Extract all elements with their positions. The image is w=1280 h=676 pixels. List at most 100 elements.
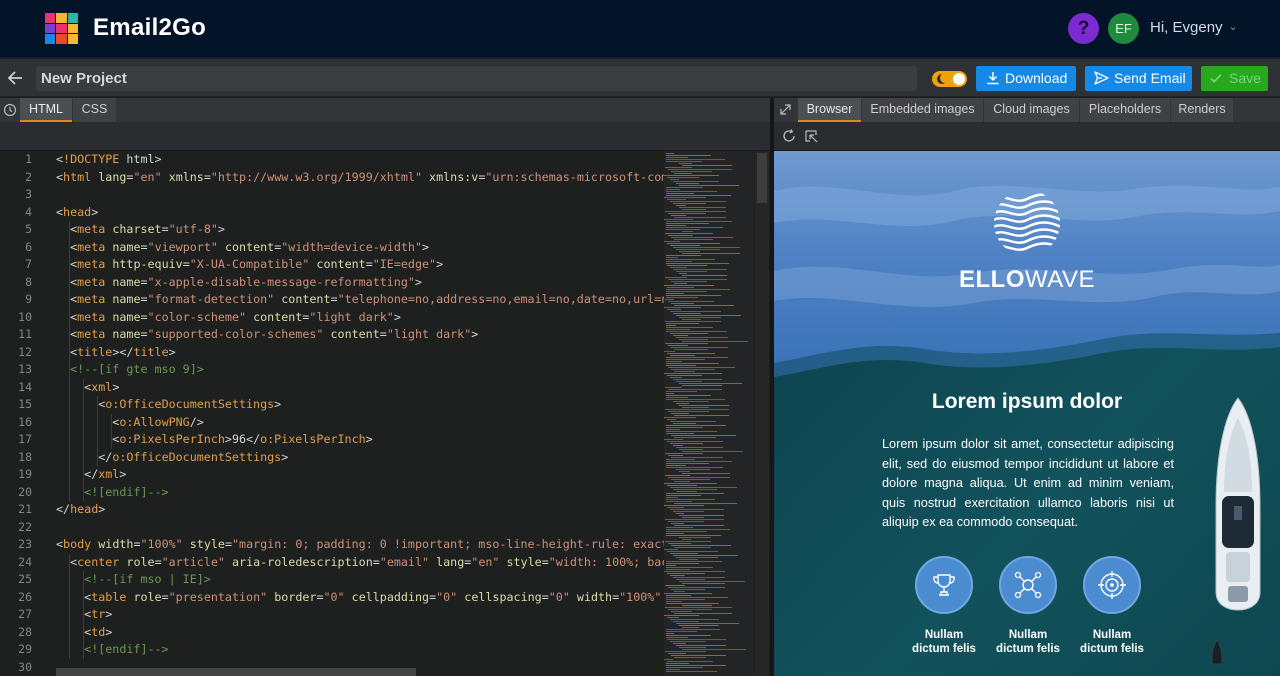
minimap-line (666, 295, 721, 296)
scrollbar-thumb[interactable] (757, 153, 767, 203)
code-line[interactable]: <!--[if gte mso 9]> (56, 361, 664, 379)
minimap-line (666, 195, 731, 196)
minimap-line (664, 615, 699, 616)
code-line[interactable]: <body width="100%" style="margin: 0; pad… (56, 536, 664, 554)
code-line[interactable]: <meta name="format-detection" content="t… (56, 291, 664, 309)
code-editor[interactable]: 1 2 3 4 5 6 7 8 9 10 11 12 13 14 15 16 17 18 19 20 21 22 23 24 2… (0, 151, 770, 676)
code-line[interactable]: <td> (56, 623, 664, 641)
minimap-line (665, 321, 721, 322)
help-button[interactable]: ? (1068, 13, 1099, 44)
send-email-button[interactable]: Send Email (1085, 66, 1192, 91)
tab-html[interactable]: HTML (20, 98, 72, 122)
code-line[interactable]: <head> (56, 204, 664, 222)
code-line[interactable]: </o:OfficeDocumentSettings> (56, 448, 664, 466)
tab-placeholders[interactable]: Placeholders (1080, 98, 1170, 122)
minimap-line (682, 583, 725, 584)
back-arrow-icon[interactable] (6, 68, 26, 88)
email-preview[interactable]: ELLOWAVE Lorem ipsum dolor Lorem ipsum d… (774, 151, 1280, 676)
code-line[interactable]: </head> (56, 501, 664, 519)
code-minimap[interactable] (664, 151, 754, 676)
code-line[interactable]: </xml> (56, 466, 664, 484)
minimap-line (674, 547, 711, 548)
code-line[interactable]: <![endif]--> (56, 483, 664, 501)
line-number: 29 (18, 642, 32, 656)
avatar[interactable]: EF (1108, 13, 1139, 44)
minimap-line (670, 619, 719, 620)
code-line[interactable]: <table role="presentation" border="0" ce… (56, 588, 664, 606)
line-number: 30 (18, 659, 32, 674)
horizontal-scrollbar[interactable] (56, 668, 416, 676)
minimap-line (664, 285, 714, 286)
line-number: 5 (25, 222, 32, 236)
save-button[interactable]: Save (1201, 66, 1268, 91)
minimap-line (666, 597, 728, 598)
minimap-line (666, 187, 703, 188)
code-line[interactable]: <tr> (56, 606, 664, 624)
minimap-line (679, 383, 742, 384)
tab-embedded-images[interactable]: Embedded images (862, 98, 983, 122)
code-line[interactable]: <meta name="supported-color-schemes" con… (56, 326, 664, 344)
minimap-line (666, 161, 702, 162)
history-icon[interactable] (3, 103, 17, 117)
minimap-line (668, 609, 712, 610)
minimap-line (664, 483, 717, 484)
minimap-line (673, 379, 722, 380)
minimap-line (676, 205, 686, 206)
code-area[interactable]: <!DOCTYPE html> <html lang="en" xmlns="ht… (56, 151, 664, 676)
code-line[interactable]: <meta name="x-apple-disable-message-refo… (56, 273, 664, 291)
code-line[interactable]: <![endif]--> (56, 641, 664, 659)
minimap-line (676, 491, 697, 492)
minimap-line (679, 207, 726, 208)
minimap-line (666, 425, 726, 426)
brand-bold-text: ELLO (958, 266, 1025, 293)
code-line[interactable]: <meta name="viewport" content="width=dev… (56, 238, 664, 256)
minimap-line (664, 593, 712, 594)
brand-name[interactable]: Email2Go (93, 14, 206, 42)
minimap-line (665, 475, 690, 476)
minimap-line (676, 183, 699, 184)
code-line[interactable]: <o:OfficeDocumentSettings> (56, 396, 664, 414)
line-number: 3 (25, 187, 32, 201)
tab-cloud-images[interactable]: Cloud images (984, 98, 1079, 122)
minimap-line (666, 221, 732, 222)
app-window: Email2Go ? EF Hi, Evgeny ⌄ New Project Do… (0, 0, 1280, 676)
project-name-input[interactable]: New Project (36, 66, 917, 91)
minimap-line (666, 331, 727, 332)
download-button[interactable]: Download (976, 66, 1076, 91)
minimap-line (666, 561, 722, 562)
minimap-line (665, 211, 726, 212)
code-line[interactable]: <meta charset="utf-8"> (56, 221, 664, 239)
code-line[interactable]: <!DOCTYPE html> (56, 151, 664, 169)
minimap-line (676, 645, 726, 646)
expand-icon[interactable] (779, 103, 792, 116)
indent-guide (97, 396, 98, 414)
tab-css[interactable]: CSS (73, 98, 116, 122)
theme-toggle[interactable] (932, 71, 967, 87)
logo-tile (67, 23, 78, 34)
refresh-icon[interactable] (782, 129, 796, 143)
code-line[interactable] (56, 519, 664, 537)
code-line[interactable]: <html lang="en" xmlns="http://www.w3.org… (56, 169, 664, 187)
target-icon (1098, 571, 1126, 599)
brand-logo-icon[interactable] (45, 13, 78, 44)
code-line[interactable]: <meta http-equiv="X-UA-Compatible" conte… (56, 256, 664, 274)
user-menu[interactable]: Hi, Evgeny ⌄ (1150, 19, 1238, 36)
vertical-scrollbar[interactable] (755, 151, 769, 676)
minimap-line (666, 499, 715, 500)
minimap-line (666, 495, 701, 496)
minimap-line (674, 217, 726, 218)
code-line[interactable]: <xml> (56, 378, 664, 396)
tab-browser[interactable]: Browser (798, 98, 861, 122)
code-line[interactable]: <title></title> (56, 343, 664, 361)
code-line[interactable]: <!--[if mso | IE]> (56, 571, 664, 589)
tab-renders[interactable]: Renders (1171, 98, 1233, 122)
code-line[interactable]: <center role="article" aria-roledescript… (56, 553, 664, 571)
code-line[interactable] (56, 186, 664, 204)
minimap-line (676, 447, 723, 448)
minimap-line (664, 505, 704, 506)
code-line[interactable]: <o:PixelsPerInch>96</o:PixelsPerInch> (56, 431, 664, 449)
open-external-icon[interactable] (804, 129, 818, 143)
code-line[interactable]: <o:AllowPNG/> (56, 413, 664, 431)
minimap-line (679, 515, 724, 516)
code-line[interactable]: <meta name="color-scheme" content="light… (56, 308, 664, 326)
